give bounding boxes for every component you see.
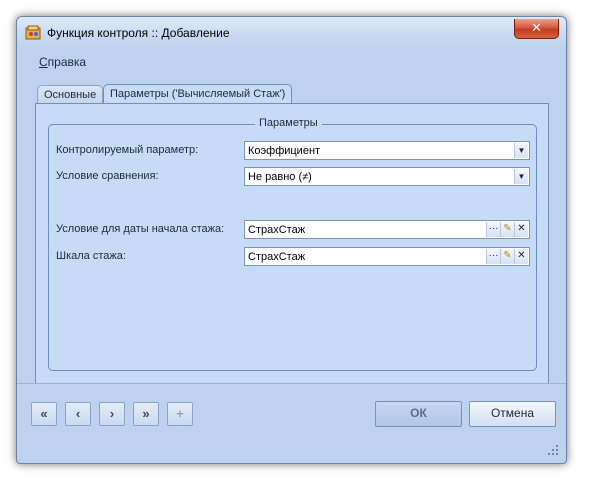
close-button[interactable]: ✕ — [514, 19, 559, 39]
ellipsis-icon[interactable]: ··· — [486, 249, 500, 264]
previous-record-button[interactable]: ‹ — [65, 402, 91, 426]
tab-main-label: Основные — [44, 89, 97, 101]
tab-parameters-label: Параметры ('Вычисляемый Стаж') — [110, 88, 286, 100]
chevron-left-icon: ‹ — [75, 406, 81, 421]
comparison-condition-select[interactable]: Не равно (≠) ▼ — [244, 167, 530, 186]
tab-parameters[interactable]: Параметры ('Вычисляемый Стаж') — [103, 84, 293, 105]
chevron-right-icon: › — [109, 406, 115, 421]
next-record-button[interactable]: › — [99, 402, 125, 426]
cancel-button[interactable]: Отмена — [469, 401, 556, 427]
ok-button[interactable]: ОК — [375, 401, 462, 427]
edit-icon[interactable]: ✎ — [500, 249, 514, 264]
controlled-parameter-label: Контролируемый параметр: — [56, 144, 199, 156]
cancel-button-label: Отмена — [490, 406, 535, 420]
tab-page-parameters: Параметры Контролируемый параметр: Коэфф… — [35, 103, 549, 384]
menu-help-label: правка — [47, 55, 87, 69]
ellipsis-icon[interactable]: ··· — [486, 222, 500, 237]
edit-icon[interactable]: ✎ — [500, 222, 514, 237]
menu-help[interactable]: Справка — [39, 55, 86, 69]
comparison-condition-label: Условие сравнения: — [56, 170, 159, 182]
ok-button-label: ОК — [410, 406, 427, 420]
plus-icon: + — [176, 406, 184, 421]
parameters-group: Параметры Контролируемый параметр: Коэфф… — [48, 117, 537, 371]
seniority-scale-field[interactable]: СтрахСтаж ··· ✎ ✕ — [244, 247, 530, 266]
double-chevron-right-icon: » — [142, 406, 150, 421]
clear-icon[interactable]: ✕ — [514, 222, 528, 237]
menu-bar: Справка — [17, 49, 566, 71]
seniority-scale-value: СтрахСтаж — [248, 251, 306, 263]
title-bar[interactable]: Функция контроля :: Добавление ✕ — [17, 17, 566, 49]
start-date-condition-field[interactable]: СтрахСтаж ··· ✎ ✕ — [244, 220, 530, 239]
group-title: Параметры — [255, 117, 322, 129]
window-title: Функция контроля :: Добавление — [47, 26, 230, 40]
footer-divider — [17, 383, 566, 384]
controlled-parameter-select[interactable]: Коэффициент ▼ — [244, 141, 530, 160]
controlled-parameter-value: Коэффициент — [248, 145, 321, 157]
clear-icon[interactable]: ✕ — [514, 249, 528, 264]
dialog-window: Функция контроля :: Добавление ✕ Справка… — [16, 16, 567, 464]
close-icon: ✕ — [531, 20, 542, 35]
seniority-scale-label: Шкала стажа: — [56, 250, 126, 262]
add-record-button[interactable]: + — [167, 402, 193, 426]
first-record-button[interactable]: « — [31, 402, 57, 426]
tab-main[interactable]: Основные — [37, 85, 103, 104]
start-date-condition-value: СтрахСтаж — [248, 224, 306, 236]
chevron-down-icon[interactable]: ▼ — [514, 169, 528, 184]
chevron-down-icon[interactable]: ▼ — [514, 143, 528, 158]
start-date-condition-label: Условие для даты начала стажа: — [56, 223, 225, 235]
comparison-condition-value: Не равно (≠) — [248, 171, 312, 183]
menu-help-hotkey: С — [39, 55, 48, 69]
resize-grip-icon[interactable] — [547, 444, 559, 456]
double-chevron-left-icon: « — [40, 406, 48, 421]
app-icon — [25, 25, 41, 40]
last-record-button[interactable]: » — [133, 402, 159, 426]
